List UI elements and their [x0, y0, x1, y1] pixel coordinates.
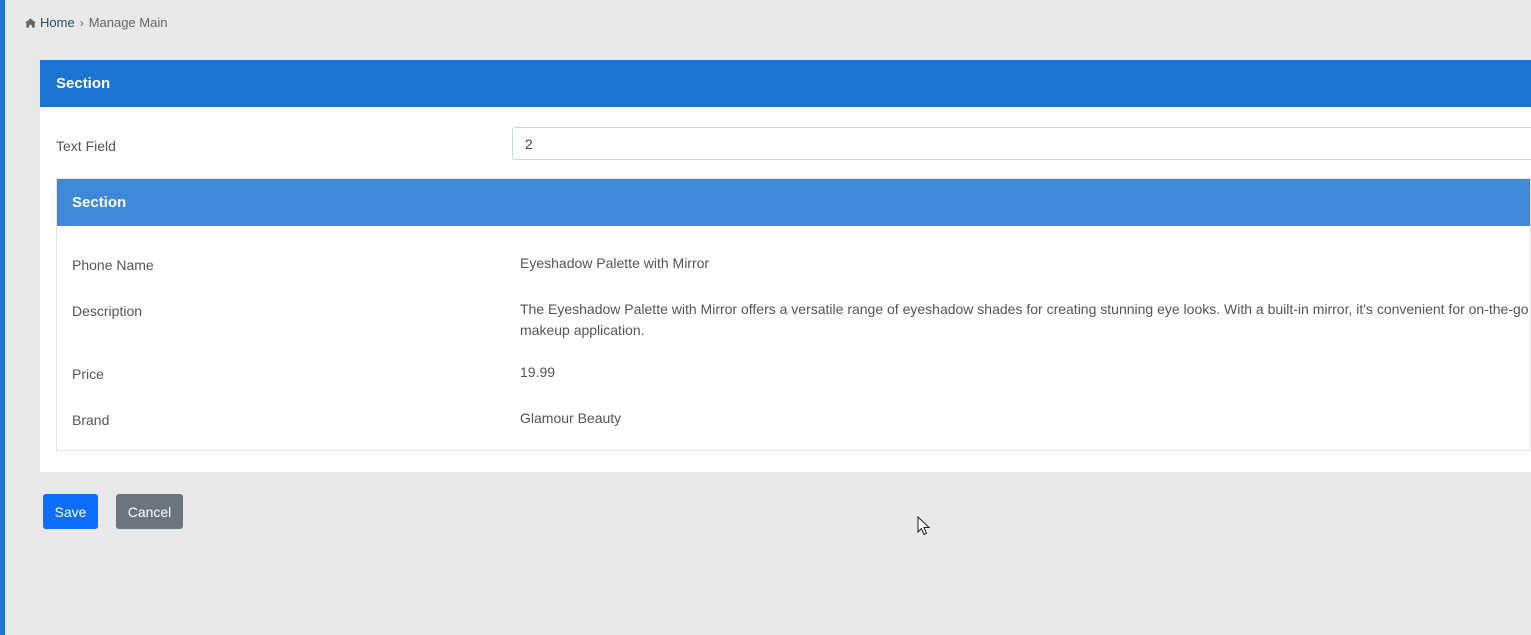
- mouse-cursor-icon: [917, 516, 931, 536]
- outer-section-title: Section: [56, 75, 111, 92]
- brand-value: Glamour Beauty: [520, 410, 622, 426]
- text-field-row: Text Field: [40, 127, 1531, 162]
- breadcrumb-separator: ›: [79, 15, 84, 30]
- breadcrumb: Home › Manage Main: [25, 15, 167, 30]
- phone-name-label: Phone Name: [72, 257, 154, 273]
- breadcrumb-current: Manage Main: [88, 15, 168, 30]
- inner-section-title: Section: [72, 194, 127, 211]
- inner-section-panel: Section Phone Name Eyeshadow Palette wit…: [56, 178, 1531, 451]
- outer-section-panel: Section Text Field Section Phone Name Ey…: [40, 60, 1531, 472]
- text-field-label: Text Field: [56, 138, 116, 154]
- sidebar-edge: [0, 0, 5, 635]
- outer-section-header: Section: [40, 60, 1531, 107]
- inner-section-header: Section: [57, 179, 1530, 226]
- breadcrumb-home-link[interactable]: Home: [25, 15, 75, 30]
- brand-label: Brand: [72, 412, 110, 428]
- breadcrumb-home-label: Home: [40, 15, 75, 30]
- description-label: Description: [72, 303, 143, 319]
- price-label: Price: [72, 366, 104, 382]
- description-value: The Eyeshadow Palette with Mirror offers…: [520, 301, 1529, 338]
- home-icon: [25, 17, 36, 28]
- price-value: 19.99: [520, 364, 556, 380]
- text-field-input[interactable]: [512, 127, 1531, 160]
- cancel-button[interactable]: Cancel: [116, 494, 183, 529]
- phone-name-value: Eyeshadow Palette with Mirror: [520, 255, 710, 271]
- save-button[interactable]: Save: [43, 494, 98, 529]
